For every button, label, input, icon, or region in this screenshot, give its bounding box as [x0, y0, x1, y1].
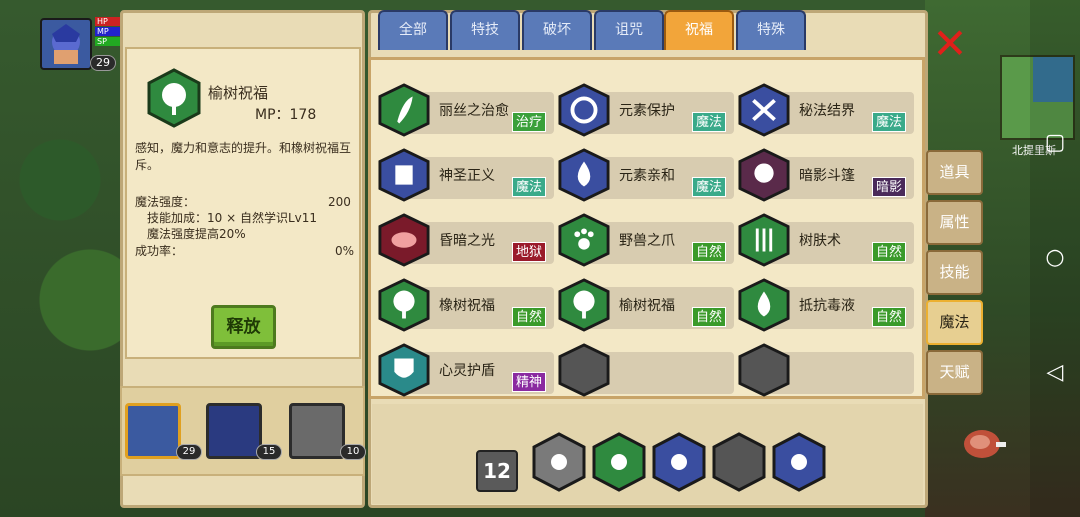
empty-slot-icon[interactable] — [558, 342, 610, 402]
bark-skin-icon[interactable] — [738, 212, 790, 272]
quickbar-page-button[interactable]: 12 — [476, 450, 518, 492]
skill-name: 抵抗毒液 — [799, 298, 855, 314]
party-member-level: 10 — [340, 444, 366, 460]
skill-school-tag: 治疗 — [512, 112, 547, 132]
arcane-barrier-icon[interactable] — [738, 82, 790, 142]
side-tab-talent[interactable]: 天赋 — [926, 350, 983, 395]
skill-school-tag: 自然 — [692, 242, 727, 262]
party-member-golem[interactable] — [289, 403, 345, 459]
recent-apps-icon[interactable]: ▢ — [1040, 130, 1070, 155]
skill-name: 榆树祝福 — [619, 298, 675, 314]
sp-bar: SP — [95, 37, 120, 46]
oak-tree-icon[interactable] — [378, 277, 430, 337]
paw-icon[interactable] — [558, 212, 610, 272]
side-tab-skills[interactable]: 技能 — [926, 250, 983, 295]
empty-quick-slot[interactable] — [712, 432, 766, 496]
mind-shield-icon[interactable] — [378, 342, 430, 402]
tab-special-skill[interactable]: 特技 — [450, 10, 520, 50]
holy-fist-icon[interactable] — [378, 147, 430, 207]
purple-fire-icon[interactable] — [652, 432, 706, 496]
hp-bar: HP — [95, 17, 120, 26]
tab-blessing[interactable]: 祝福 — [664, 10, 734, 50]
magic-power-value: 200 — [328, 195, 351, 209]
skill-name: 树肤术 — [799, 233, 841, 249]
shadow-cloak-icon[interactable] — [738, 147, 790, 207]
leaf-heal-icon[interactable] — [378, 82, 430, 142]
player-level-badge: 29 — [90, 55, 116, 71]
skill-name: 心灵护盾 — [439, 363, 495, 379]
skill-mp-cost: MP：178 — [255, 107, 317, 123]
swirl-icon[interactable] — [558, 82, 610, 142]
player-portrait[interactable] — [40, 18, 92, 70]
side-tab-items[interactable]: 道具 — [926, 150, 983, 195]
shuriken-icon[interactable] — [532, 432, 586, 496]
skill-name: 秘法结界 — [799, 103, 855, 119]
empty-slot-icon[interactable] — [738, 342, 790, 402]
green-potion-icon[interactable] — [592, 432, 646, 496]
skill-school-tag: 暗影 — [872, 177, 907, 197]
success-rate-value: 0% — [335, 244, 355, 258]
side-tab-magic[interactable]: 魔法 — [926, 300, 983, 345]
party-member-player[interactable] — [125, 403, 181, 459]
party-member-level: 15 — [256, 444, 282, 460]
poison-resist-icon[interactable] — [738, 277, 790, 337]
blue-dagger-icon[interactable] — [772, 432, 826, 496]
skill-school-tag: 魔法 — [692, 112, 727, 132]
release-button[interactable]: 释放 — [211, 305, 276, 349]
tab-curse[interactable]: 诅咒 — [594, 10, 664, 50]
skill-school-tag: 自然 — [692, 307, 727, 327]
close-icon[interactable]: ✕ — [930, 23, 970, 65]
back-icon[interactable]: ◁ — [1040, 360, 1070, 385]
elm-tree-icon — [147, 68, 201, 128]
skill-bonus-line: 技能加成：10 × 自然学识Lv11 — [147, 211, 318, 225]
skill-name: 暗影斗篷 — [799, 168, 855, 184]
skill-name: 野兽之爪 — [619, 233, 675, 249]
tab-special[interactable]: 特殊 — [736, 10, 806, 50]
dark-light-icon[interactable] — [378, 212, 430, 272]
skill-name: 神圣正义 — [439, 168, 495, 184]
skill-school-tag: 自然 — [512, 307, 547, 327]
skill-name: 丽丝之治愈 — [439, 103, 509, 119]
skill-school-tag: 魔法 — [692, 177, 727, 197]
skill-school-tag: 魔法 — [512, 177, 547, 197]
skill-name: 榆树祝福 — [208, 84, 269, 102]
skill-name: 昏暗之光 — [439, 233, 495, 249]
water-drop-icon[interactable] — [558, 147, 610, 207]
skill-name: 元素保护 — [619, 103, 675, 119]
elm-tree-icon[interactable] — [558, 277, 610, 337]
skill-school-tag: 精神 — [512, 372, 547, 392]
skill-school-tag: 自然 — [872, 242, 907, 262]
party-member-beast[interactable] — [206, 403, 262, 459]
side-tab-attributes[interactable]: 属性 — [926, 200, 983, 245]
magic-power-increase: 魔法强度提高20% — [147, 227, 246, 241]
meat-icon — [964, 430, 1006, 458]
success-rate-label: 成功率： — [135, 244, 184, 258]
skill-name: 元素亲和 — [619, 168, 675, 184]
skill-name: 橡树祝福 — [439, 298, 495, 314]
skill-school-tag: 魔法 — [872, 112, 907, 132]
skill-description: 感知，魔力和意志的提升。和橡树祝福互斥。 — [135, 141, 352, 172]
skill-school-tag: 地狱 — [512, 242, 547, 262]
party-member-level: 29 — [176, 444, 202, 460]
tab-all[interactable]: 全部 — [378, 10, 448, 50]
quickbar — [372, 404, 923, 504]
mp-bar: MP — [95, 27, 120, 36]
tab-destruction[interactable]: 破坏 — [522, 10, 592, 50]
skill-school-tag: 自然 — [872, 307, 907, 327]
home-icon[interactable]: ○ — [1040, 245, 1070, 270]
magic-power-label: 魔法强度： — [135, 195, 196, 209]
